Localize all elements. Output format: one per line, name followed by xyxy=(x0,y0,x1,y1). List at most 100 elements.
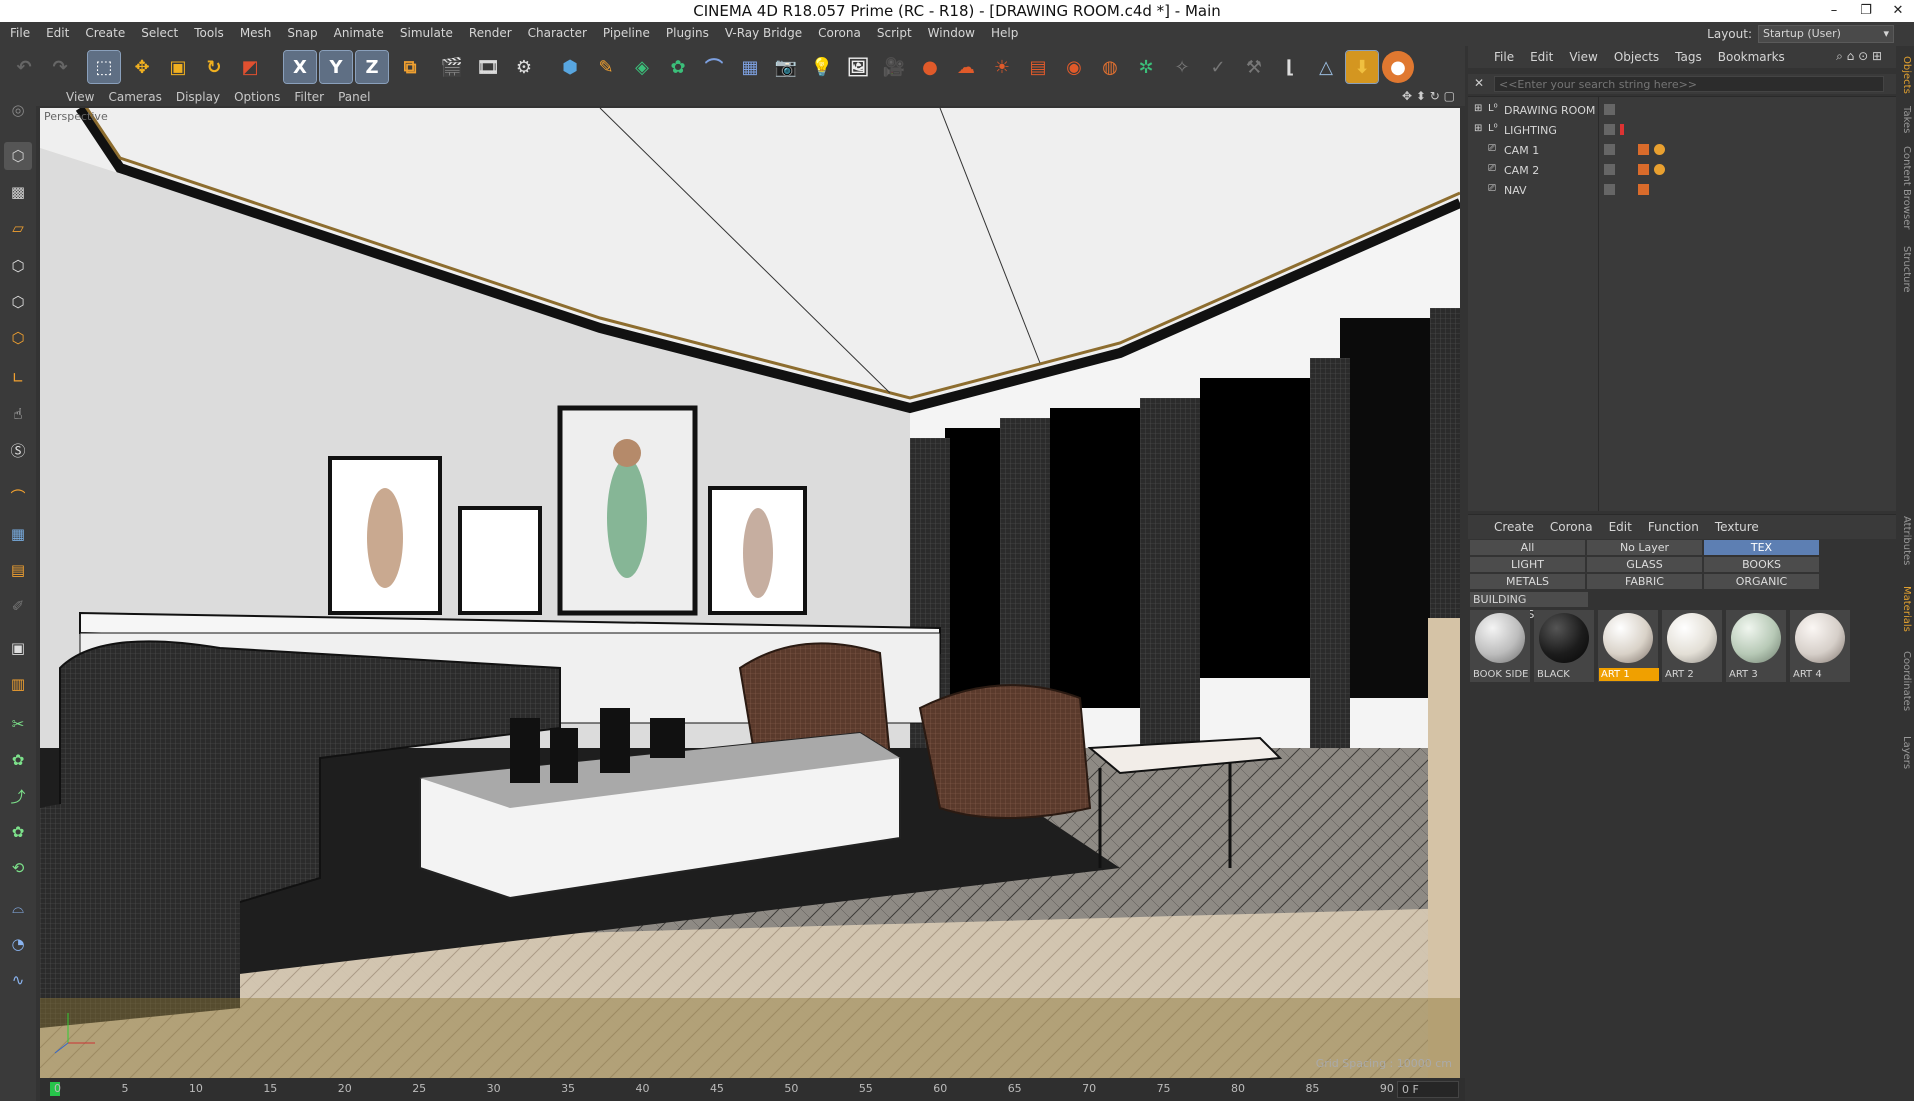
workplane-icon[interactable]: ⌊ xyxy=(1274,51,1306,83)
material-art-2[interactable]: ART 2 xyxy=(1662,610,1722,682)
menu-select[interactable]: Select xyxy=(141,26,178,40)
y-axis-lock-button[interactable]: Y xyxy=(319,50,353,84)
side-tab-structure[interactable]: Structure xyxy=(1898,246,1912,293)
close-search-icon[interactable]: ✕ xyxy=(1474,76,1484,90)
twist-tool-icon[interactable]: ◔ xyxy=(4,930,32,958)
layout-select[interactable]: Startup (User) ▾ xyxy=(1758,25,1894,43)
protection-tag-icon[interactable] xyxy=(1654,144,1665,155)
select-tool-icon[interactable]: ⬚ xyxy=(87,50,121,84)
make-editable-icon[interactable]: ◎ xyxy=(4,96,32,124)
snap-icon[interactable]: Ⓢ xyxy=(4,436,32,464)
menu-mesh[interactable]: Mesh xyxy=(240,26,272,40)
menu-pipeline[interactable]: Pipeline xyxy=(603,26,650,40)
menu-character[interactable]: Character xyxy=(528,26,587,40)
menu-simulate[interactable]: Simulate xyxy=(400,26,453,40)
camera-tag-icon[interactable] xyxy=(1638,184,1649,195)
object-row-nav[interactable]: ⎚ NAV xyxy=(1468,181,1896,199)
viewport-menu-options[interactable]: Options xyxy=(234,90,280,104)
filter-organic-button[interactable]: ORGANIC xyxy=(1704,574,1819,589)
side-tab-objects[interactable]: Objects xyxy=(1898,56,1912,94)
material-book-side[interactable]: BOOK SIDE xyxy=(1470,610,1530,682)
minimize-button[interactable]: – xyxy=(1818,0,1850,22)
check-tool-icon[interactable]: ✓ xyxy=(1202,51,1234,83)
cube-icon[interactable]: ⬢ xyxy=(554,51,586,83)
menu-file[interactable]: File xyxy=(10,26,30,40)
rotate-tool-icon[interactable]: ↻ xyxy=(198,51,230,83)
menu-animate[interactable]: Animate xyxy=(334,26,384,40)
render-region-icon[interactable]: ▣ xyxy=(4,634,32,662)
material-black[interactable]: BLACK xyxy=(1534,610,1594,682)
restore-button[interactable]: ❐ xyxy=(1850,0,1882,22)
redo-icon[interactable]: ↷ xyxy=(44,51,76,83)
paint-icon[interactable]: ✐ xyxy=(4,592,32,620)
menu-render[interactable]: Render xyxy=(469,26,512,40)
timeline[interactable]: 0 5 10 15 20 25 30 35 40 45 50 55 60 65 … xyxy=(40,1078,1465,1101)
menu-plugins[interactable]: Plugins xyxy=(666,26,709,40)
object-row-drawing-room[interactable]: ⊞ L⁰ DRAWING ROOM xyxy=(1468,101,1896,119)
side-tab-attributes[interactable]: Attributes xyxy=(1898,516,1912,565)
spline-tool-icon[interactable]: ∿ xyxy=(4,966,32,994)
side-tab-content-browser[interactable]: Content Browser xyxy=(1898,146,1912,229)
protection-tag-icon[interactable] xyxy=(1654,164,1665,175)
planar-workplane-icon[interactable]: ▤ xyxy=(4,556,32,584)
mesh-check-icon[interactable]: △ xyxy=(1310,51,1342,83)
vray-icon[interactable]: ◍ xyxy=(1094,51,1126,83)
disabled-tool-icon[interactable]: ✧ xyxy=(1166,51,1198,83)
side-tab-coordinates[interactable]: Coordinates xyxy=(1898,651,1912,711)
bend-tool-icon[interactable]: ⌓ xyxy=(4,894,32,922)
menu-snap[interactable]: Snap xyxy=(287,26,317,40)
om-menu-view[interactable]: View xyxy=(1569,50,1597,64)
render-queue-icon[interactable]: ▥ xyxy=(4,670,32,698)
object-search-input[interactable] xyxy=(1494,76,1884,92)
corona-proxy-icon[interactable]: ◉ xyxy=(1058,51,1090,83)
subdivision-icon[interactable]: ◈ xyxy=(626,51,658,83)
filter-fabric-button[interactable]: FABRIC xyxy=(1587,574,1702,589)
visibility-tag-icon[interactable] xyxy=(1604,184,1615,195)
filter-no-layer-button[interactable]: No Layer xyxy=(1587,540,1702,555)
workplane-mode-icon[interactable]: ▱ xyxy=(4,214,32,242)
menu-create[interactable]: Create xyxy=(85,26,125,40)
corona-sun-icon[interactable]: ☀ xyxy=(986,51,1018,83)
om-menu-bookmarks[interactable]: Bookmarks xyxy=(1718,50,1785,64)
object-row-cam-1[interactable]: ⎚ CAM 1 xyxy=(1468,141,1896,159)
expand-icon[interactable]: ⊞ xyxy=(1474,123,1482,134)
magnet-icon[interactable]: ⌒ xyxy=(4,482,32,510)
viewport-menu-panel[interactable]: Panel xyxy=(338,90,370,104)
move-tool-icon[interactable]: ✥ xyxy=(126,51,158,83)
menu-edit[interactable]: Edit xyxy=(46,26,69,40)
mm-menu-texture[interactable]: Texture xyxy=(1715,520,1759,534)
light-icon[interactable]: 💡 xyxy=(806,51,838,83)
camera-icon[interactable]: 📷 xyxy=(770,51,802,83)
points-mode-icon[interactable]: ⬡ xyxy=(4,252,32,280)
om-nav-icons[interactable]: ⌕ ⌂ ⊙ ⊞ xyxy=(1836,49,1882,64)
side-tab-layers[interactable]: Layers xyxy=(1898,736,1912,769)
corona-vfb-icon[interactable]: ▤ xyxy=(1022,51,1054,83)
filter-light-button[interactable]: LIGHT xyxy=(1470,557,1585,572)
corona-camera-icon[interactable]: 🎥 xyxy=(878,51,910,83)
import-icon[interactable]: ⬇ xyxy=(1345,50,1379,84)
bridge-tool-icon[interactable]: ⟲ xyxy=(4,854,32,882)
menu-help[interactable]: Help xyxy=(991,26,1018,40)
expand-icon[interactable]: ⊞ xyxy=(1474,103,1482,114)
object-row-lighting[interactable]: ⊞ L⁰ LIGHTING xyxy=(1468,121,1896,139)
mm-menu-corona[interactable]: Corona xyxy=(1550,520,1593,534)
viewport-menu-cameras[interactable]: Cameras xyxy=(108,90,161,104)
material-art-1[interactable]: ART 1 xyxy=(1598,610,1659,682)
floor-icon[interactable]: ▦ xyxy=(734,51,766,83)
filter-all-button[interactable]: All xyxy=(1470,540,1585,555)
viewport-menu-display[interactable]: Display xyxy=(176,90,220,104)
visibility-tag-icon[interactable] xyxy=(1604,124,1615,135)
locked-workplane-icon[interactable]: ▦ xyxy=(4,520,32,548)
polygons-mode-icon[interactable]: ⬡ xyxy=(4,324,32,352)
viewport-menu-filter[interactable]: Filter xyxy=(294,90,324,104)
mm-menu-create[interactable]: Create xyxy=(1494,520,1534,534)
side-tab-materials[interactable]: Materials xyxy=(1898,586,1912,632)
viewport-nav-icons[interactable]: ✥ ⬍ ↻ ▢ xyxy=(1402,89,1455,103)
render-picture-viewer-icon[interactable]: 🎞 xyxy=(472,51,504,83)
texture-mode-icon[interactable]: ▩ xyxy=(4,178,32,206)
material-section-label[interactable]: BUILDING MATERIALS xyxy=(1470,592,1588,621)
corona-light-icon[interactable]: ● xyxy=(914,51,946,83)
material-art-3[interactable]: ART 3 xyxy=(1726,610,1786,682)
extrude-tool-icon[interactable]: ⤴ xyxy=(4,782,32,810)
edges-mode-icon[interactable]: ⬡ xyxy=(4,288,32,316)
